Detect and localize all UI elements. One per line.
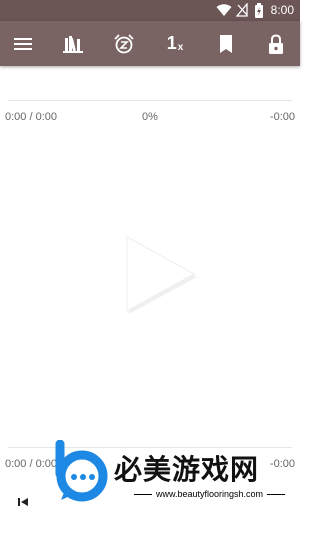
play-button[interactable] <box>114 232 198 316</box>
speed-unit: x <box>177 42 184 53</box>
library-button[interactable] <box>55 21 91 66</box>
watermark: 必美游戏网 www.beautyflooringsh.com <box>50 440 300 533</box>
watermark-url: www.beautyflooringsh.com <box>130 489 289 499</box>
play-icon <box>126 236 197 314</box>
previous-button[interactable] <box>14 493 32 511</box>
bookmark-icon <box>220 34 232 53</box>
sleep-timer-button[interactable] <box>106 21 142 66</box>
app-toolbar: 1x <box>0 21 300 66</box>
top-position-text: 0:00 / 0:00 <box>5 111 57 123</box>
previous-icon <box>18 498 28 506</box>
watermark-title: 必美游戏网 <box>114 453 260 486</box>
speed-value: 1 <box>166 33 177 53</box>
battery-icon <box>255 3 263 18</box>
top-remaining-text: -0:00 <box>269 111 295 123</box>
watermark-logo <box>55 440 108 502</box>
lock-icon <box>269 33 283 54</box>
top-progress-track[interactable] <box>8 100 292 101</box>
menu-icon <box>14 37 32 50</box>
sleep-timer-icon <box>114 33 134 53</box>
progress-percent: 0% <box>142 111 158 123</box>
wifi-icon <box>216 4 232 16</box>
signal-icon <box>236 3 248 17</box>
library-icon <box>63 35 83 53</box>
status-bar: 8:00 <box>0 0 300 21</box>
bookmark-button[interactable] <box>208 21 244 66</box>
playback-speed-button[interactable]: 1x <box>157 21 193 66</box>
menu-button[interactable] <box>5 21 41 66</box>
status-time: 8:00 <box>270 3 294 17</box>
lock-button[interactable] <box>258 21 294 66</box>
